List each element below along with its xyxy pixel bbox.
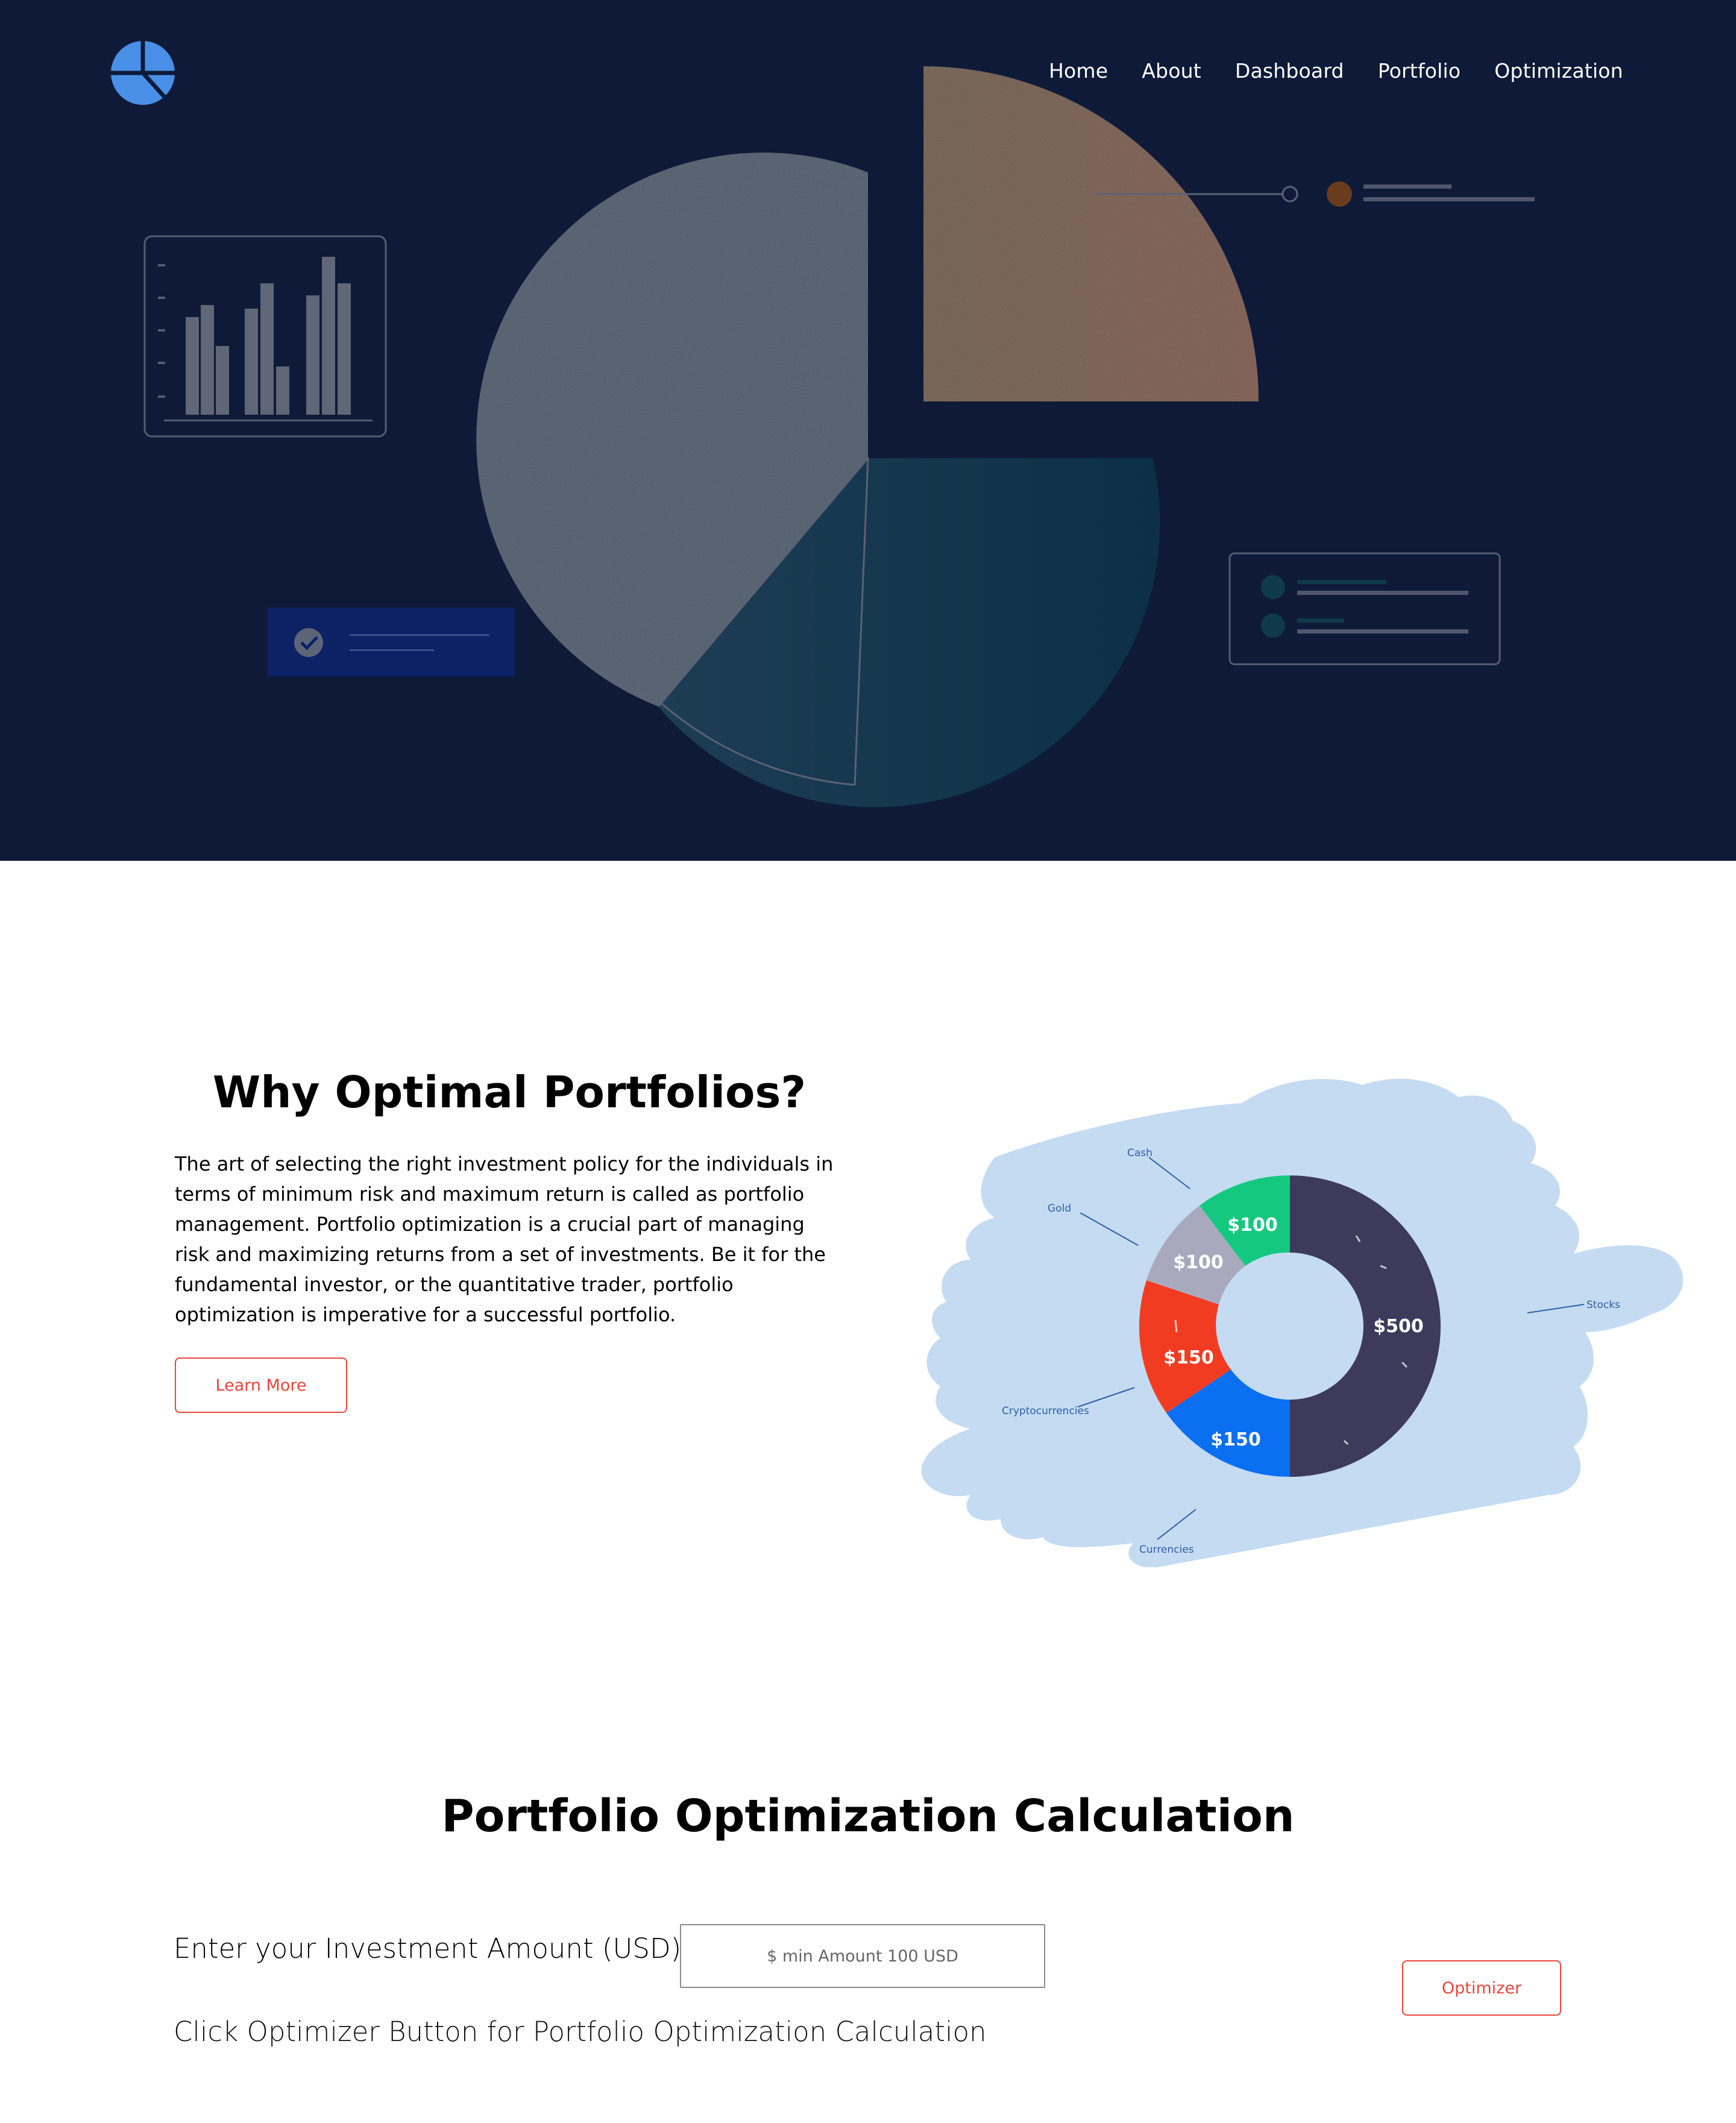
nav-about[interactable]: About [1142,59,1201,83]
investment-amount-label: Enter your Investment Amount (USD) [174,1933,682,1964]
hero-banner: Home About Dashboard Portfolio Optimizat… [0,0,1736,861]
value-label-gold: $100 [1173,1252,1224,1273]
value-label-cryptocurrencies: $150 [1163,1347,1214,1368]
optimizer-button[interactable]: Optimizer [1402,1960,1561,2016]
investment-amount-input[interactable] [680,1924,1045,1988]
portfolio-donut-illustration: $500 $150 $150 $100 $100 Stocks Currenci… [921,1078,1684,1567]
learn-more-button[interactable]: Learn More [175,1357,347,1413]
optimizer-hint: Click Optimizer Button for Portfolio Opt… [174,2016,987,2048]
nav-home[interactable]: Home [1049,59,1108,83]
why-description: The art of selecting the right investmen… [175,1153,834,1326]
value-label-stocks: $500 [1373,1316,1424,1337]
value-label-cash: $100 [1227,1215,1278,1236]
pie-chart-logo-icon[interactable] [110,40,176,106]
orange-pie-slice [923,66,1259,401]
label-cryptocurrencies: Cryptocurrencies [1002,1405,1089,1417]
main-nav: Home About Dashboard Portfolio Optimizat… [1049,59,1623,83]
label-stocks: Stocks [1587,1299,1620,1311]
calc-title: Portfolio Optimization Calculation [441,1790,1295,1842]
value-label-currencies: $150 [1210,1429,1261,1450]
label-gold: Gold [1048,1203,1071,1215]
nav-portfolio[interactable]: Portfolio [1378,59,1461,83]
why-title: Why Optimal Portfolios? [212,1067,807,1118]
label-cash: Cash [1127,1147,1153,1159]
label-currencies: Currencies [1139,1544,1194,1556]
list-card [1228,552,1501,665]
donut-chart: $500 $150 $150 $100 $100 [1139,1175,1441,1477]
hero-illustration [143,66,1535,808]
nav-optimization[interactable]: Optimization [1494,59,1623,83]
nav-dashboard[interactable]: Dashboard [1235,59,1344,83]
